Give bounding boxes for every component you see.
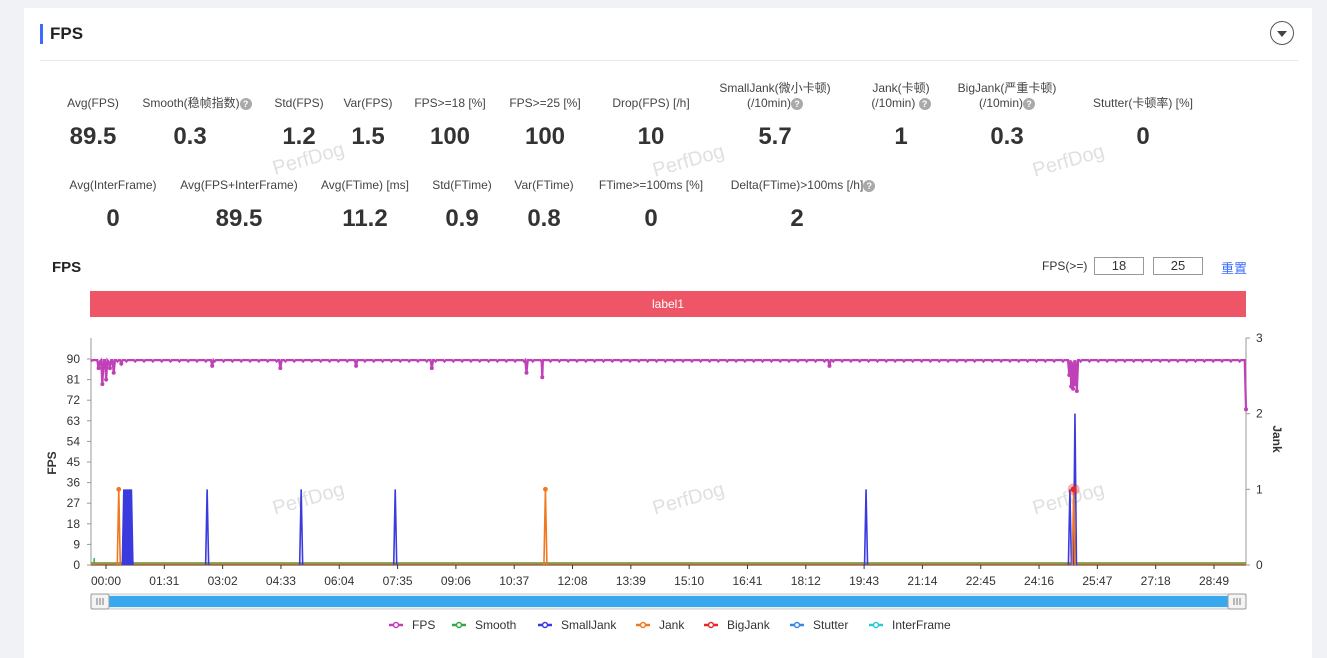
x-tick-label: 10:37 xyxy=(499,574,529,588)
x-tick-label: 04:33 xyxy=(266,574,296,588)
smalljank-spike xyxy=(1067,489,1073,566)
x-tick-label: 21:14 xyxy=(907,574,937,588)
jank-spike xyxy=(543,489,548,566)
x-tick-label: 07:35 xyxy=(383,574,413,588)
y-tick-label: 54 xyxy=(67,434,81,448)
y-tick-label: 90 xyxy=(67,352,81,366)
y-tick-label: 81 xyxy=(67,373,81,387)
legend-label-stutter: Stutter xyxy=(813,618,848,632)
fps-point xyxy=(100,382,105,387)
y2-axis-title: Jank xyxy=(1270,425,1284,453)
y2-tick-label: 1 xyxy=(1256,482,1263,496)
fps-point xyxy=(96,366,101,371)
x-tick-label: 00:00 xyxy=(91,574,121,588)
x-tick-label: 13:39 xyxy=(616,574,646,588)
x-tick-label: 24:16 xyxy=(1024,574,1054,588)
fps-point xyxy=(524,370,529,375)
fps-point xyxy=(210,363,215,368)
y-tick-label: 63 xyxy=(67,414,81,428)
legend-label-jank: Jank xyxy=(659,618,685,632)
x-tick-label: 06:04 xyxy=(324,574,354,588)
fps-point xyxy=(111,370,116,375)
jank-point xyxy=(543,486,548,492)
y2-tick-label: 0 xyxy=(1256,558,1263,572)
x-tick-label: 09:06 xyxy=(441,574,471,588)
x-tick-label: 03:02 xyxy=(208,574,238,588)
y-tick-label: 18 xyxy=(67,517,81,531)
fps-point xyxy=(1067,373,1072,378)
legend-marker-stutter xyxy=(793,621,801,629)
fps-series-line xyxy=(90,357,1248,410)
smalljank-spike xyxy=(392,489,398,566)
y-tick-label: 27 xyxy=(67,496,81,510)
fps-point xyxy=(1244,407,1248,412)
fps-point xyxy=(1074,389,1079,394)
x-tick-label: 01:31 xyxy=(149,574,179,588)
x-tick-label: 25:47 xyxy=(1082,574,1112,588)
jank-point xyxy=(116,486,122,492)
fps-point xyxy=(354,363,359,368)
fps-chart: 0 9 18 27 36 45 54 63 72 81 90 0 1 2 3 00:00 01:31 03:02 0… xyxy=(45,331,1284,632)
legend-label-smalljank: SmallJank xyxy=(561,618,617,632)
fps-point xyxy=(540,375,545,380)
legend-marker-smalljank xyxy=(541,621,549,629)
fps-point xyxy=(278,366,283,371)
y2-tick-label: 2 xyxy=(1256,407,1263,421)
x-tick-label: 27:18 xyxy=(1141,574,1171,588)
zoom-range xyxy=(103,596,1234,607)
fps-point xyxy=(1071,386,1076,391)
x-tick-label: 22:45 xyxy=(966,574,996,588)
smalljank-spike xyxy=(298,489,304,566)
legend-marker-interframe xyxy=(872,621,880,629)
bigjank-point xyxy=(1070,486,1077,493)
smalljank-spike xyxy=(204,489,210,566)
y-axis-title: FPS xyxy=(45,451,59,474)
y-tick-label: 0 xyxy=(73,558,80,572)
y2-tick-label: 3 xyxy=(1256,331,1263,345)
fps-point xyxy=(1072,382,1077,387)
legend-label-fps: FPS xyxy=(412,618,435,632)
smalljank-spike xyxy=(863,489,869,566)
fps-point xyxy=(119,361,124,366)
legend-label-bigjank: BigJank xyxy=(727,618,771,632)
y-tick-label: 36 xyxy=(67,476,81,490)
legend-marker-smooth xyxy=(455,621,463,629)
legend-marker-jank xyxy=(639,621,647,629)
fps-point xyxy=(107,366,112,371)
legend-label-smooth: Smooth xyxy=(475,618,516,632)
x-tick-label: 18:12 xyxy=(791,574,821,588)
legend-label-interframe: InterFrame xyxy=(892,618,951,632)
x-tick-label: 19:43 xyxy=(849,574,879,588)
x-tick-label: 28:49 xyxy=(1199,574,1229,588)
fps-point xyxy=(827,363,832,368)
x-tick-label: 12:08 xyxy=(558,574,588,588)
legend-marker-fps xyxy=(392,621,400,629)
legend-marker-bigjank xyxy=(707,621,715,629)
y-tick-label: 45 xyxy=(67,455,81,469)
y-tick-label: 9 xyxy=(73,537,80,551)
x-tick-label: 16:41 xyxy=(732,574,762,588)
x-tick-label: 15:10 xyxy=(674,574,704,588)
fps-point xyxy=(429,366,434,371)
fps-point xyxy=(104,377,109,382)
jank-spike xyxy=(116,489,122,566)
y-tick-label: 72 xyxy=(67,393,81,407)
